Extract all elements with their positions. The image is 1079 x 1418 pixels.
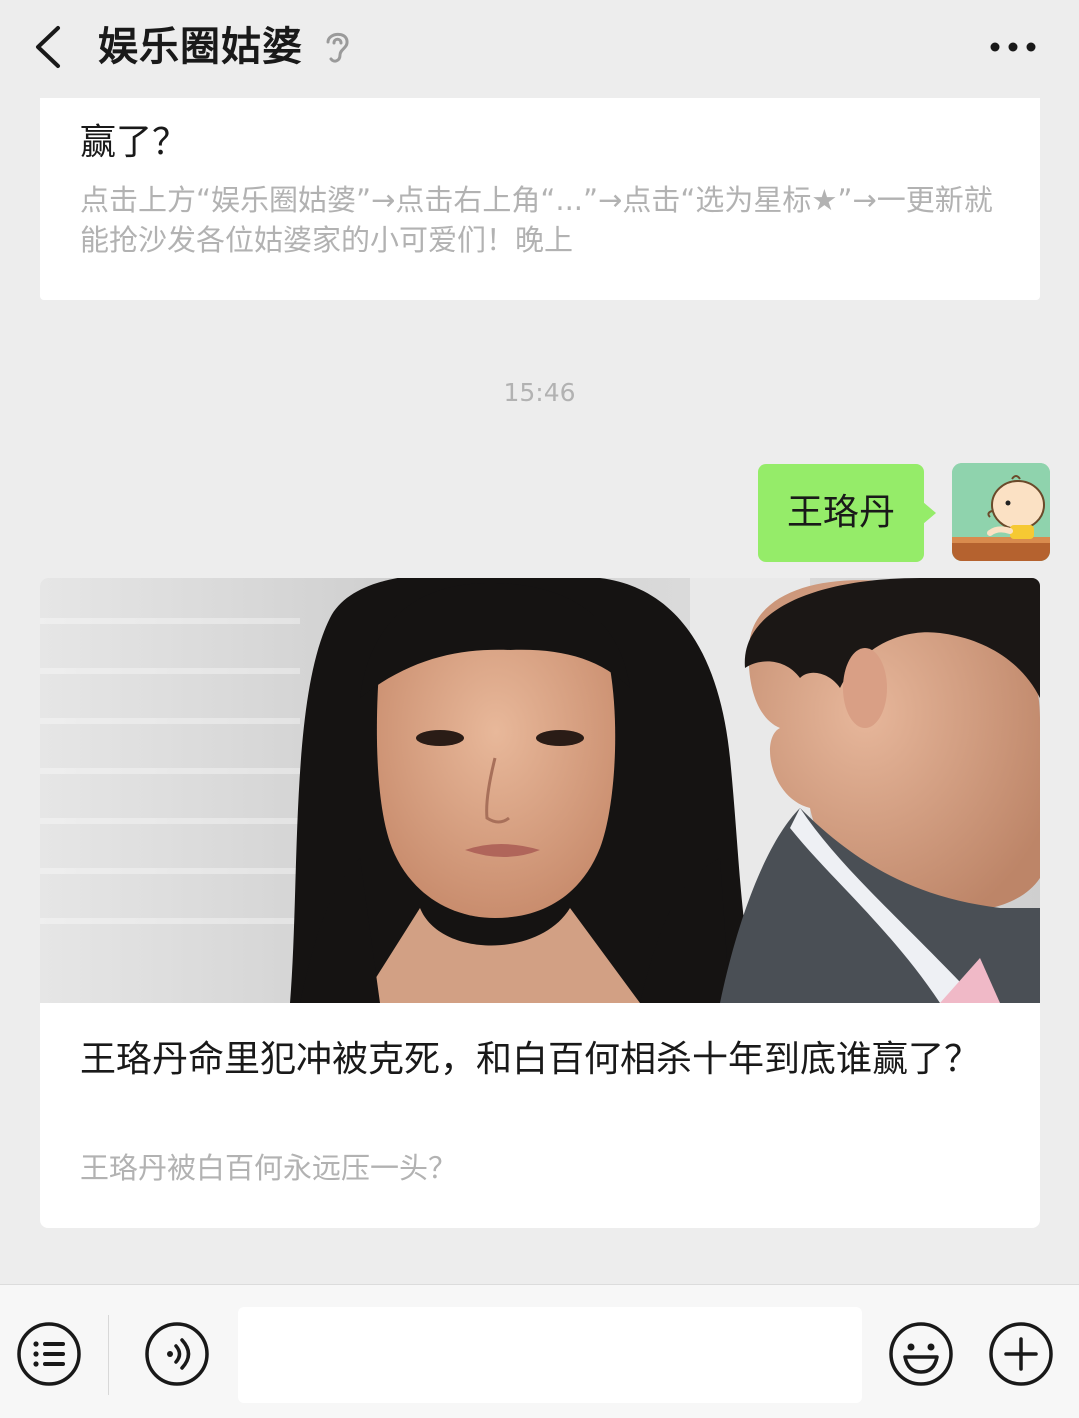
input-bar — [0, 1284, 1079, 1418]
voice-icon[interactable] — [144, 1321, 210, 1387]
ear-icon — [322, 28, 352, 66]
more-icon[interactable] — [988, 40, 1038, 54]
chat-title: 娱乐圈姑婆 — [98, 24, 303, 70]
article-card[interactable]: 王珞丹命里犯冲被克死，和白百何相杀十年到底谁赢了？ 王珞丹被白百何永远压一头？ — [40, 578, 1040, 1228]
article-description: 王珞丹被白百何永远压一头？ — [80, 1151, 458, 1185]
emoji-icon[interactable] — [888, 1321, 954, 1387]
article-title: 王珞丹命里犯冲被克死，和白百何相杀十年到底谁赢了？ — [80, 1039, 981, 1080]
timestamp: 15:46 — [503, 378, 576, 407]
chat-header: 娱乐圈姑婆 — [0, 0, 1079, 98]
avatar[interactable] — [952, 463, 1050, 561]
list-menu-icon[interactable] — [16, 1321, 82, 1387]
previous-article-card[interactable]: 赢了？ 点击上方“娱乐圈姑婆”→点击右上角“...”→点击“选为星标★”→一更新… — [40, 80, 1040, 300]
plus-icon[interactable] — [988, 1321, 1054, 1387]
chevron-left-icon[interactable] — [30, 24, 70, 70]
divider — [108, 1315, 109, 1395]
sent-message-bubble[interactable]: 王珞丹 — [758, 464, 924, 562]
bubble-tail — [923, 502, 936, 524]
previous-article-title: 赢了？ — [80, 122, 189, 163]
message-input[interactable] — [238, 1307, 862, 1403]
article-cover-image — [40, 578, 1040, 1003]
previous-article-description: 点击上方“娱乐圈姑婆”→点击右上角“...”→点击“选为星标★”→一更新就能抢沙… — [80, 183, 993, 257]
